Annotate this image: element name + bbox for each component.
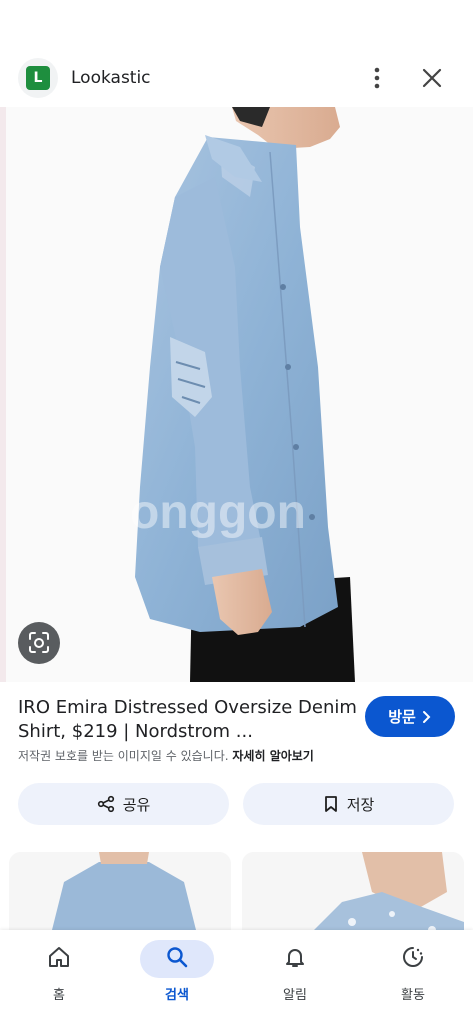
nav-activity-label: 활동 [401,988,425,1003]
copyright-notice: 저작권 보호를 받는 이미지일 수 있습니다. 자세히 알아보기 [18,747,314,764]
related-denim-back-photo [9,852,231,942]
share-icon [97,795,114,813]
chevron-right-icon [422,710,431,723]
lens-icon [29,632,49,653]
search-icon [167,947,188,968]
denim-shirt-photo [0,107,473,682]
product-image[interactable]: onggon [0,107,473,682]
bookmark-icon [324,796,337,812]
viewer-header: L Lookastic [0,52,473,104]
nav-notifications[interactable]: 알림 [245,936,345,1016]
share-label: 공유 [122,795,151,814]
nav-activity[interactable]: 활동 [363,936,463,1016]
copyright-text: 저작권 보호를 받는 이미지일 수 있습니다. [18,749,233,763]
nav-search-label: 검색 [165,988,189,1003]
close-icon[interactable] [418,64,446,92]
site-logo[interactable]: L [26,66,50,90]
site-name[interactable]: Lookastic [71,68,151,88]
nav-notifications-label: 알림 [283,988,307,1003]
bell-icon [286,949,304,967]
image-watermark: onggon [130,486,306,539]
related-image[interactable] [242,852,464,942]
save-button[interactable]: 저장 [243,783,454,825]
activity-icon [403,947,423,967]
more-options-icon[interactable] [363,64,391,92]
related-image[interactable] [9,852,231,942]
nav-home-label: 홈 [53,988,65,1003]
lens-search-button[interactable] [18,622,60,664]
save-label: 저장 [346,795,375,814]
bottom-navigation: 홈 검색 알림 활동 [0,930,473,1024]
visit-label: 방문 [388,708,416,726]
home-icon [49,947,69,967]
nav-search[interactable]: 검색 [127,936,227,1016]
share-button[interactable]: 공유 [18,783,229,825]
visit-button[interactable]: 방문 [365,696,455,737]
related-denim-collar-photo [242,852,464,942]
nav-home[interactable]: 홈 [9,936,109,1016]
learn-more-link[interactable]: 자세히 알아보기 [232,749,313,763]
product-title[interactable]: IRO Emira Distressed Oversize Denim Shir… [18,696,358,744]
